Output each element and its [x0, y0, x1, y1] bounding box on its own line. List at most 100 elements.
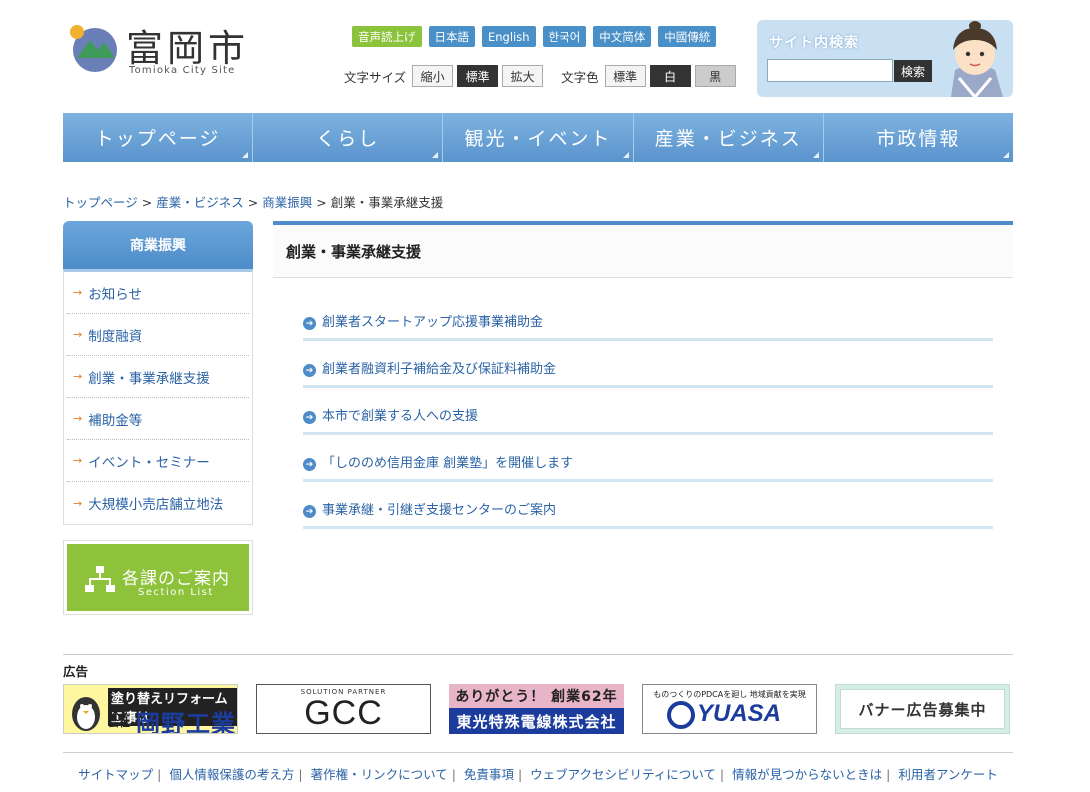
site-title: 富岡市 [126, 27, 249, 70]
lang-korean-button[interactable]: 한국어 [542, 26, 587, 47]
penguin-mascot-icon [72, 697, 100, 731]
arrow-circle-icon: ➔ [303, 458, 316, 471]
gnav-industry-business[interactable]: 産業・ビジネス [633, 113, 824, 162]
voice-readout-button[interactable]: 音声読上げ [352, 26, 422, 47]
gnav-living[interactable]: くらし [253, 113, 444, 162]
footer-link-disclaimer[interactable]: 免責事項 [464, 767, 514, 782]
font-size-large-button[interactable]: 拡大 [502, 65, 544, 87]
text-color-white-button[interactable]: 白 [649, 65, 691, 87]
list-item-link[interactable]: 創業者融資利子補給金及び保証料補助金 [322, 358, 556, 377]
lang-chinese-simplified-button[interactable]: 中文简体 [593, 26, 652, 47]
page-title: 創業・事業承継支援 [286, 243, 422, 261]
arrow-right-icon: → [73, 454, 83, 467]
section-list-banner[interactable]: 各課のご案内 Section List [63, 540, 253, 615]
search-title: サイト内検索 [769, 35, 859, 51]
arrow-circle-icon: ➔ [303, 505, 316, 518]
sidebar-heading: 商業振興 [63, 221, 253, 269]
footer-link-sitemap[interactable]: サイトマップ [78, 767, 153, 782]
sidebar-item-events[interactable]: → イベント・セミナー [67, 440, 249, 482]
list-item[interactable]: ➔ 「しののめ信用金庫 創業塾」を開催します [303, 435, 993, 482]
ad-gcc-name: GCC [304, 694, 383, 732]
text-color-label: 文字色 [561, 69, 599, 85]
sidebar-item-large-retail[interactable]: → 大規模小売店舗立地法 [67, 482, 249, 524]
text-color-standard-button[interactable]: 標準 [604, 65, 646, 87]
list-item[interactable]: ➔ 事業承継・引継ぎ支援センターのご案内 [303, 482, 993, 529]
sidebar-item-label[interactable]: 創業・事業承継支援 [88, 367, 210, 387]
sidebar-item-label[interactable]: 大規模小売店舗立地法 [88, 493, 223, 513]
list-item-link[interactable]: 本市で創業する人への支援 [322, 405, 478, 424]
arrow-right-icon: → [73, 370, 83, 383]
ad-toko-name: 東光特殊電線株式会社 [449, 708, 624, 734]
footer-link-privacy[interactable]: 個人情報保護の考え方 [169, 767, 294, 782]
arrow-right-icon: → [73, 286, 83, 299]
sidebar-item-subsidies[interactable]: → 補助金等 [67, 398, 249, 440]
arrow-right-icon: → [73, 328, 83, 341]
ad-yuasa-name: YUASA [697, 700, 782, 727]
ad-banner-gcc[interactable]: SOLUTION PARTNER GCC [256, 684, 431, 734]
ad-toko-line1: ありがとう！ 創業62年 [455, 689, 618, 705]
ad-okano-name: 岡野工業 [136, 710, 236, 734]
site-logo[interactable]: 富岡市 Tomioka City Site [66, 18, 256, 80]
ad-banner-toko[interactable]: ありがとう！ 創業62年 東光特殊電線株式会社 [449, 684, 624, 734]
breadcrumb-top[interactable]: トップページ [63, 195, 138, 210]
city-emblem-icon [70, 25, 117, 72]
breadcrumb-industry[interactable]: 産業・ビジネス [156, 195, 244, 210]
list-item[interactable]: ➔ 創業者融資利子補給金及び保証料補助金 [303, 341, 993, 388]
page-title-bar: 創業・事業承継支援 [273, 221, 1013, 278]
ads-divider [63, 654, 1013, 655]
gnav-city-administration[interactable]: 市政情報 [823, 113, 1014, 162]
arrow-circle-icon: ➔ [303, 364, 316, 377]
gnav-tourism-events[interactable]: 観光・イベント [443, 113, 634, 162]
ad-banner-yuasa[interactable]: ものつくりのPDCAを廻し 地域貢献を実現 YUASA [642, 684, 817, 734]
list-item-link[interactable]: 事業承継・引継ぎ支援センターのご案内 [322, 499, 556, 518]
arrow-right-icon: → [73, 496, 83, 510]
sidebar-item-label[interactable]: 制度融資 [88, 325, 142, 345]
ad-recruit-text: バナー広告募集中 [840, 689, 1005, 729]
breadcrumb-separator: > [247, 195, 259, 210]
sidebar-item-label[interactable]: お知らせ [88, 283, 142, 303]
lang-chinese-traditional-button[interactable]: 中國傳統 [658, 26, 717, 47]
arrow-circle-icon: ➔ [303, 411, 316, 424]
breadcrumb-commerce[interactable]: 商業振興 [262, 195, 312, 210]
yuasa-logo-icon [667, 701, 695, 729]
sidebar-item-loans[interactable]: → 制度融資 [67, 314, 249, 356]
ad-banner-recruit[interactable]: バナー広告募集中 [835, 684, 1010, 734]
breadcrumb-separator: > [141, 195, 153, 210]
list-item[interactable]: ➔ 創業者スタートアップ応援事業補助金 [303, 294, 993, 341]
section-banner-title: 各課のご案内 [122, 569, 230, 589]
ads-label: 広告 [63, 664, 89, 679]
sidebar-item-label[interactable]: 補助金等 [88, 409, 142, 429]
footer-link-accessibility[interactable]: ウェブアクセシビリティについて [530, 767, 716, 782]
list-item-link[interactable]: 「しののめ信用金庫 創業塾」を開催します [322, 452, 573, 471]
footer-link-copyright[interactable]: 著作権・リンクについて [311, 767, 448, 782]
footer-link-not-found[interactable]: 情報が見つからないときは [732, 767, 882, 782]
search-input[interactable] [767, 59, 893, 82]
gnav-top[interactable]: トップページ [63, 113, 254, 162]
breadcrumb: トップページ > 産業・ビジネス > 商業振興 > 創業・事業承継支援 [63, 192, 443, 211]
search-button[interactable]: 検索 [894, 60, 932, 82]
breadcrumb-current: 創業・事業承継支援 [330, 195, 444, 210]
org-chart-icon [85, 566, 115, 592]
lang-english-button[interactable]: English [482, 26, 536, 47]
sidebar-item-news[interactable]: → お知らせ [67, 272, 249, 314]
site-search-panel: サイト内検索 検索 [757, 20, 1013, 97]
section-banner-subtitle: Section List [138, 587, 214, 598]
footer-link-survey[interactable]: 利用者アンケート [898, 767, 998, 782]
sidebar-item-label[interactable]: イベント・セミナー [88, 451, 210, 471]
page-link-list: ➔ 創業者スタートアップ応援事業補助金 ➔ 創業者融資利子補給金及び保証料補助金 ➔… [303, 294, 993, 529]
breadcrumb-separator: > [316, 195, 327, 210]
text-color-black-button[interactable]: 黒 [694, 65, 736, 87]
mascot-character-icon [951, 21, 1003, 97]
list-item-link[interactable]: 創業者スタートアップ応援事業補助金 [322, 311, 543, 330]
sidebar-item-startup-support[interactable]: → 創業・事業承継支援 [67, 356, 249, 398]
footer-links: サイトマップ | 個人情報保護の考え方 | 著作権・リンクについて | 免責事項 | ウ… [78, 767, 998, 782]
ad-banner-row: 塗り替えリフォーム工事は 株式 会社 岡野工業 SOLUTION PARTNER … [63, 684, 1013, 734]
ad-banner-okano[interactable]: 塗り替えリフォーム工事は 株式 会社 岡野工業 [63, 684, 238, 734]
list-item[interactable]: ➔ 本市で創業する人への支援 [303, 388, 993, 435]
global-navigation: トップページ くらし 観光・イベント 産業・ビジネス 市政情報 [63, 113, 1014, 162]
font-size-standard-button[interactable]: 標準 [457, 65, 499, 87]
site-subtitle: Tomioka City Site [129, 65, 236, 76]
arrow-circle-icon: ➔ [303, 317, 316, 330]
font-size-small-button[interactable]: 縮小 [412, 65, 454, 87]
lang-japanese-button[interactable]: 日本語 [428, 26, 475, 47]
